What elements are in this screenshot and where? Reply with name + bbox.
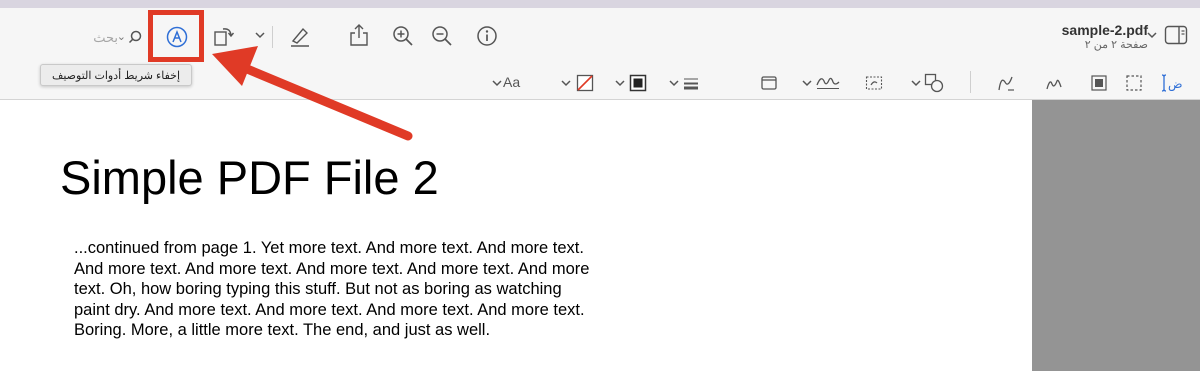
fill-color-chevron-icon[interactable] [614,78,626,88]
text-tool-icon[interactable]: ض [1160,73,1182,93]
markup-divider [970,71,971,93]
document-filename: sample-2.pdf [1061,22,1148,38]
rectangle-selection-icon[interactable] [1090,74,1108,92]
zoom-out-icon[interactable] [431,25,453,47]
window-top-edge [0,0,1200,8]
window-title-block: sample-2.pdf صفحة ٢ من ٢ [1062,22,1148,51]
text-box-icon[interactable] [865,74,883,92]
lines-chevron-icon[interactable] [668,78,680,88]
sidebar-icon[interactable] [1164,25,1188,45]
pdf-line: Boring. More, a little more text. The en… [74,321,491,339]
search-placeholder: بحث [93,30,118,45]
sidebar-gutter [1032,100,1200,371]
annotation-arrow [200,40,420,150]
shapes-icon[interactable] [924,73,944,93]
pdf-line: And more text. And more text. And more t… [74,259,590,278]
search-field[interactable]: بحث ⌄ [82,28,142,50]
shapes-chevron-icon[interactable] [910,78,922,88]
text-style-chevron-icon[interactable] [491,78,503,88]
chevron-down-icon[interactable] [1146,30,1158,40]
rotate-chevron-icon[interactable] [254,30,266,40]
signature-icon[interactable] [815,73,841,91]
annotation-highlight-box [148,10,204,62]
info-icon[interactable] [476,25,498,47]
pdf-line: paint dry. And more text. And more text.… [74,300,585,319]
fill-color-icon[interactable] [629,74,647,92]
page-indicator: صفحة ٢ من ٢ [1084,39,1148,51]
page-icon[interactable] [760,74,778,92]
pdf-line: ...continued from page 1. Yet more text.… [74,239,584,257]
pdf-body-text: ...continued from page 1. Yet more text.… [74,238,654,341]
pdf-heading: Simple PDF File 2 [60,151,439,204]
search-icon [128,30,142,44]
lines-icon[interactable] [683,75,699,91]
border-color-chevron-icon[interactable] [560,78,572,88]
border-color-icon[interactable] [576,74,594,92]
text-style-button[interactable]: Aa [503,74,520,90]
svg-text:ض: ض [1168,77,1182,92]
pdf-line: text. Oh, how boring typing this stuff. … [74,280,562,298]
shape-icon[interactable] [1125,74,1143,92]
draw-icon[interactable] [1044,73,1064,93]
sketch-icon[interactable] [996,73,1016,93]
signature-chevron-icon[interactable] [801,78,813,88]
tooltip: إخفاء شريط أدوات التوصيف [40,64,192,86]
search-chevron-icon[interactable]: ⌄ [117,30,126,43]
